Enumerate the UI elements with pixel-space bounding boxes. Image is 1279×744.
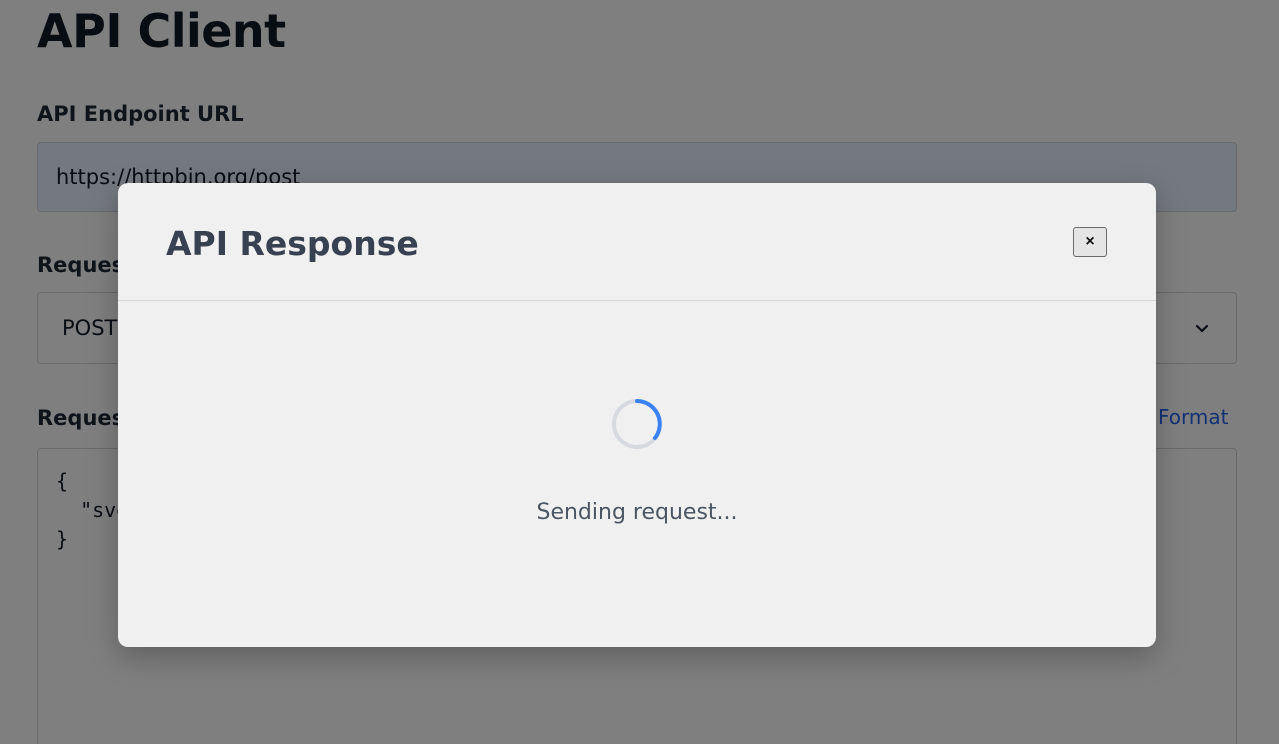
loading-spinner-icon: [611, 398, 663, 450]
modal-title: API Response: [166, 224, 419, 263]
close-button[interactable]: ×: [1073, 227, 1107, 257]
api-response-modal: API Response × Sending request...: [118, 183, 1156, 647]
loading-text: Sending request...: [536, 500, 738, 525]
modal-header: API Response ×: [118, 183, 1156, 301]
